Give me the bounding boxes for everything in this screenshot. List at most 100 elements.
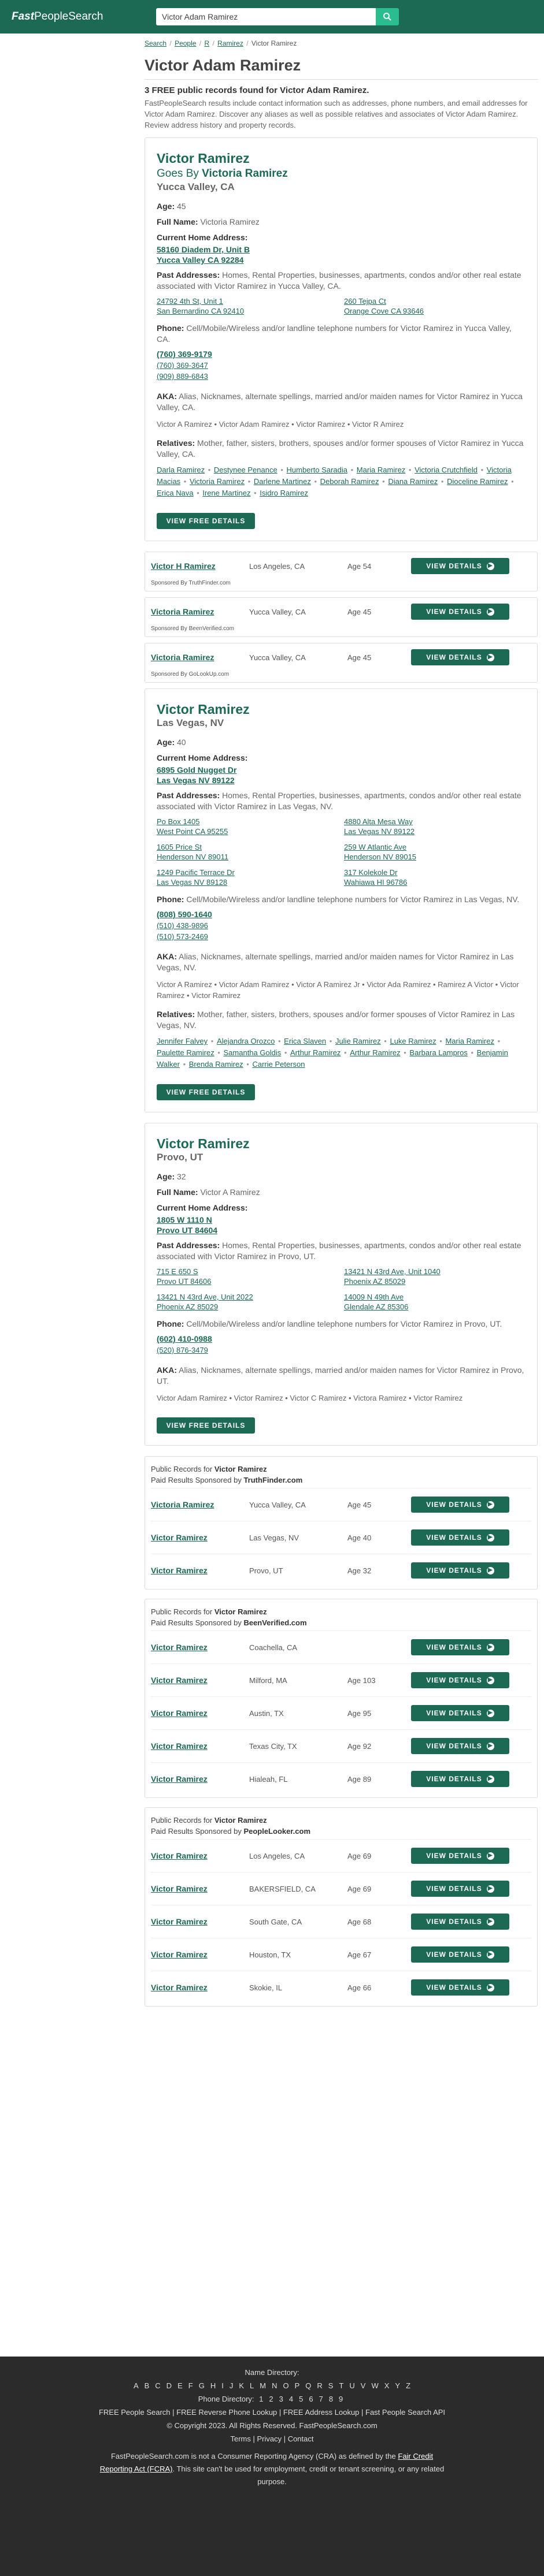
relative-link[interactable]: Darlene Martinez [254,477,311,486]
digit-link[interactable]: 4 [289,2395,293,2403]
letter-link[interactable]: V [361,2381,366,2390]
digit-link[interactable]: 2 [269,2395,273,2403]
view-details-button[interactable]: VIEW DETAILS ▶ [411,649,509,665]
letter-link[interactable]: Z [406,2381,410,2390]
relative-link[interactable]: Arthur Ramirez [350,1048,400,1057]
digit-link[interactable]: 8 [329,2395,333,2403]
relative-link[interactable]: Maria Ramirez [357,466,406,474]
phone-link[interactable]: (760) 369-9179 [157,349,526,359]
relative-link[interactable]: Samantha Goldis [224,1048,282,1057]
paid-result-name[interactable]: Victor Ramirez [151,1884,249,1893]
relative-link[interactable]: Carrie Peterson [252,1060,305,1069]
relative-link[interactable]: Barbara Lampros [409,1048,467,1057]
digit-link[interactable]: 7 [319,2395,323,2403]
relative-link[interactable]: Victoria Crutchfield [415,466,478,474]
letter-link[interactable]: U [349,2381,354,2390]
letter-link[interactable]: S [328,2381,334,2390]
paid-result-name[interactable]: Victor Ramirez [151,1708,249,1718]
letter-link[interactable]: H [210,2381,216,2390]
past-address-link[interactable]: 1249 Pacific Terrace Dr Las Vegas NV 8912… [157,868,338,887]
relative-link[interactable]: Arthur Ramirez [290,1048,341,1057]
relative-link[interactable]: Jennifer Falvey [157,1037,208,1045]
breadcrumb-item[interactable]: People [175,39,196,47]
view-free-details-button[interactable]: VIEW FREE DETAILS [157,1084,255,1100]
letter-link[interactable]: Q [305,2381,311,2390]
letter-link[interactable]: J [230,2381,234,2390]
letter-link[interactable]: F [188,2381,193,2390]
letter-link[interactable]: E [177,2381,183,2390]
relative-link[interactable]: Luke Ramirez [390,1037,436,1045]
view-details-button[interactable]: VIEW DETAILS ▶ [411,1497,509,1513]
phone-link[interactable]: (520) 876-3479 [157,1346,526,1354]
view-details-button[interactable]: VIEW DETAILS ▶ [411,1705,509,1721]
paid-result-name[interactable]: Victor Ramirez [151,1983,249,1992]
paid-result-name[interactable]: Victor Ramirez [151,1741,249,1751]
view-details-button[interactable]: VIEW DETAILS ▶ [411,1738,509,1754]
relative-link[interactable]: Julie Ramirez [335,1037,381,1045]
letter-link[interactable]: O [283,2381,288,2390]
letter-link[interactable]: Y [395,2381,400,2390]
relative-link[interactable]: Isidro Ramirez [260,489,308,497]
letter-link[interactable]: B [145,2381,150,2390]
letter-link[interactable]: L [250,2381,254,2390]
view-details-button[interactable]: VIEW DETAILS ▶ [411,1914,509,1930]
view-details-button[interactable]: VIEW DETAILS ▶ [411,1639,509,1655]
person-name[interactable]: Victor Ramirez [157,151,526,166]
relative-link[interactable]: Brenda Ramirez [189,1060,243,1069]
digit-link[interactable]: 9 [339,2395,343,2403]
letter-link[interactable]: K [239,2381,244,2390]
view-details-button[interactable]: VIEW DETAILS ▶ [411,1771,509,1787]
breadcrumb-item[interactable]: Ramirez [217,39,243,47]
letter-link[interactable]: X [384,2381,390,2390]
search-input[interactable]: Victor Adam Ramirez [156,8,376,25]
person-name[interactable]: Victor Ramirez [157,1136,526,1152]
relative-link[interactable]: Deborah Ramirez [320,477,379,486]
phone-link[interactable]: (909) 889-6843 [157,372,526,381]
paid-result-name[interactable]: Victor Ramirez [151,1950,249,1959]
relative-link[interactable]: Diana Ramirez [388,477,438,486]
past-address-link[interactable]: 24792 4th St, Unit 1 San Bernardino CA 92… [157,296,338,316]
digit-link[interactable]: 3 [279,2395,283,2403]
breadcrumb-item[interactable]: R [204,39,209,47]
past-address-link[interactable]: 317 Kolekole Dr Wahiawa HI 96786 [344,868,526,887]
relative-link[interactable]: Paulette Ramirez [157,1048,214,1057]
relative-link[interactable]: Humberto Saradia [287,466,348,474]
search-button[interactable] [376,8,399,25]
relative-link[interactable]: Dioceline Ramirez [447,477,508,486]
sponsored-name[interactable]: Victoria Ramirez [151,607,249,616]
letter-link[interactable]: I [221,2381,224,2390]
breadcrumb-item[interactable]: Search [145,39,166,47]
paid-result-name[interactable]: Victor Ramirez [151,1643,249,1652]
home-address-link[interactable]: 58160 Diadem Dr, Unit B Yucca Valley CA 9… [157,244,526,265]
legal-links[interactable]: Terms | Privacy | Contact [0,2434,544,2443]
digit-link[interactable]: 6 [309,2395,313,2403]
past-address-link[interactable]: 13421 N 43rd Ave, Unit 2022 Phoenix AZ 85… [157,1292,338,1312]
letter-link[interactable]: N [272,2381,277,2390]
past-address-link[interactable]: 4880 Alta Mesa Way Las Vegas NV 89122 [344,817,526,836]
letter-link[interactable]: R [317,2381,322,2390]
paid-result-name[interactable]: Victor Ramirez [151,1676,249,1685]
view-details-button[interactable]: VIEW DETAILS ▶ [411,1946,509,1963]
relative-link[interactable]: Irene Martinez [202,489,250,497]
letter-link[interactable]: T [339,2381,343,2390]
letter-link[interactable]: M [260,2381,266,2390]
view-free-details-button[interactable]: VIEW FREE DETAILS [157,513,255,529]
paid-result-name[interactable]: Victor Ramirez [151,1774,249,1784]
past-address-link[interactable]: 260 Tejpa Ct Orange Cove CA 93646 [344,296,526,316]
relative-link[interactable]: Maria Ramirez [445,1037,494,1045]
letter-link[interactable]: G [199,2381,205,2390]
view-details-button[interactable]: VIEW DETAILS ▶ [411,1881,509,1897]
view-free-details-button[interactable]: VIEW FREE DETAILS [157,1417,255,1434]
paid-result-name[interactable]: Victoria Ramirez [151,1500,249,1509]
sponsored-name[interactable]: Victor H Ramirez [151,561,249,571]
footer-links[interactable]: FREE People Search | FREE Reverse Phone … [0,2408,544,2417]
logo[interactable]: Fast PeopleSearch [0,10,145,23]
letter-link[interactable]: C [155,2381,160,2390]
phone-link[interactable]: (808) 590-1640 [157,910,526,919]
view-details-button[interactable]: VIEW DETAILS ▶ [411,1979,509,1996]
home-address-link[interactable]: 6895 Gold Nugget Dr Las Vegas NV 89122 [157,765,526,786]
letter-link[interactable]: W [371,2381,378,2390]
past-address-link[interactable]: 259 W Atlantic Ave Henderson NV 89015 [344,842,526,862]
view-details-button[interactable]: VIEW DETAILS ▶ [411,558,509,574]
view-details-button[interactable]: VIEW DETAILS ▶ [411,1672,509,1688]
